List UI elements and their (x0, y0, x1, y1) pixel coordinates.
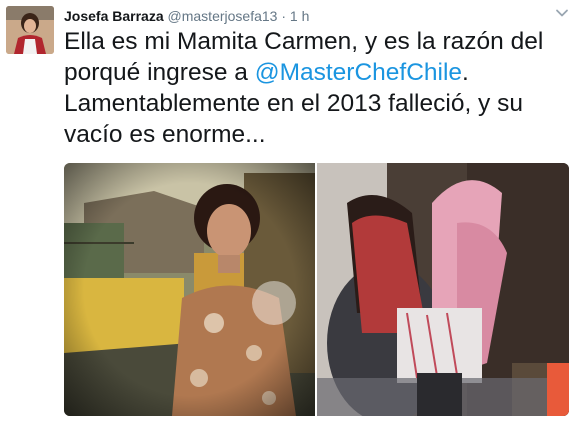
chevron-down-icon[interactable] (555, 6, 569, 20)
tweet-text: Ella es mi Mamita Carmen, y es la razón … (64, 26, 564, 150)
separator-dot: · (281, 8, 287, 24)
photo-right[interactable] (317, 163, 569, 416)
user-handle[interactable]: @masterjosefa13 (168, 8, 278, 24)
display-name[interactable]: Josefa Barraza (64, 8, 164, 24)
media-grid (64, 163, 569, 416)
mention-link[interactable]: @MasterChefChile (255, 59, 462, 86)
timestamp[interactable]: 1 h (290, 8, 309, 24)
avatar-image (6, 6, 54, 54)
tweet-header: Josefa Barraza @masterjosefa13 · 1 h (64, 7, 553, 25)
photo-left[interactable] (64, 163, 315, 416)
avatar[interactable] (6, 6, 54, 54)
